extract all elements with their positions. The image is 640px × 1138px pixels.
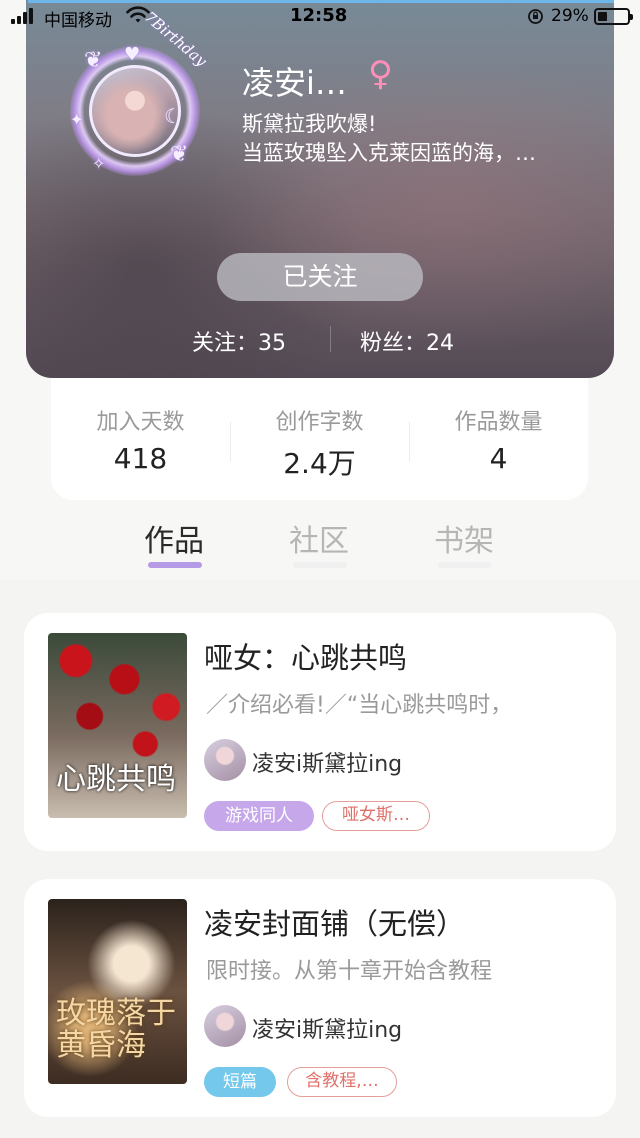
username: 凌安i… [242, 64, 347, 102]
stat-label: 作品数量 [454, 410, 543, 435]
heart-icon: ♥ [124, 44, 141, 65]
work-title[interactable]: 凌安封面铺（无偿） [204, 901, 465, 943]
tab-community-indicator [293, 562, 347, 568]
cell-signal-icon [11, 8, 37, 24]
tab-works-indicator [148, 562, 202, 568]
stats-card: 加入天数 418 创作字数 2.4万 作品数量 4 [51, 378, 588, 500]
work-description: 限时接。从第十章开始含教程 [206, 959, 493, 984]
moon-icon: ☾ [164, 104, 182, 128]
status-bar: 中国移动 12:58 29% [0, 0, 640, 34]
stat-value: 418 [113, 442, 168, 475]
rotation-lock-icon [528, 9, 543, 24]
author-name[interactable]: 凌安i斯黛拉ing [252, 1012, 402, 1044]
author-avatar[interactable] [204, 739, 246, 781]
female-icon: ♀ [368, 54, 393, 94]
battery-percentage: 29% [551, 6, 589, 26]
stat-value: 2.4万 [283, 447, 356, 480]
author-avatar[interactable] [204, 1005, 246, 1047]
cover-title: 心跳共鸣 [56, 762, 176, 797]
work-description: ／介绍必看!／“当心跳共鸣时， [206, 693, 513, 718]
carrier-name: 中国移动 [44, 11, 112, 31]
stat-label: 加入天数 [96, 410, 185, 435]
fans-count[interactable]: 粉丝：24 [360, 325, 454, 357]
bio-line-2[interactable]: 当蓝玫瑰坠入克莱因蓝的海，… [242, 137, 536, 167]
follow-button[interactable]: 已关注 [217, 253, 423, 301]
stat-word-count: 创作字数 2.4万 [230, 404, 409, 482]
butterfly-icon: ❦ [84, 48, 103, 73]
work-tag[interactable]: 含教程,… [287, 1067, 397, 1097]
star-icon: ✧ [92, 154, 106, 173]
work-cover[interactable]: 玫瑰落于黄昏海 [48, 899, 187, 1084]
profile-avatar[interactable]: ❦ ♥ ✦ ☾ ❦ ✧ [70, 44, 200, 176]
work-card[interactable]: 心跳共鸣 哑女：心跳共鸣 ／介绍必看!／“当心跳共鸣时， 凌安i斯黛拉ing 游… [24, 613, 616, 851]
tab-works[interactable]: 作品 [124, 516, 224, 560]
status-accent-line [28, 0, 614, 3]
counts-divider [330, 326, 331, 352]
star-icon: ✦ [70, 110, 84, 129]
bio-line-1: 斯黛拉我吹爆! [242, 112, 377, 136]
work-tag[interactable]: 哑女斯… [322, 801, 430, 831]
tab-community[interactable]: 社区 [269, 516, 369, 560]
stat-join-days: 加入天数 418 [51, 404, 230, 475]
work-cover[interactable]: 心跳共鸣 [48, 633, 187, 818]
battery-icon [594, 8, 633, 25]
stat-label: 创作字数 [275, 410, 364, 435]
wifi-icon [126, 6, 150, 23]
stat-works-count: 作品数量 4 [409, 404, 588, 475]
tab-bookshelf-indicator [438, 562, 492, 568]
profile-tabs: 作品 社区 书架 [0, 510, 640, 572]
author-name[interactable]: 凌安i斯黛拉ing [252, 746, 402, 778]
status-time: 12:58 [290, 5, 348, 26]
tab-bookshelf[interactable]: 书架 [414, 516, 514, 560]
work-tag[interactable]: 游戏同人 [204, 801, 314, 831]
stat-value: 4 [489, 442, 508, 475]
work-tag[interactable]: 短篇 [204, 1067, 276, 1097]
cover-title: 玫瑰落于黄昏海 [56, 996, 176, 1063]
work-title[interactable]: 哑女：心跳共鸣 [204, 635, 407, 677]
butterfly-icon: ❦ [170, 142, 189, 167]
following-count[interactable]: 关注：35 [192, 325, 286, 357]
work-card[interactable]: 玫瑰落于黄昏海 凌安封面铺（无偿） 限时接。从第十章开始含教程 凌安i斯黛拉in… [24, 879, 616, 1117]
